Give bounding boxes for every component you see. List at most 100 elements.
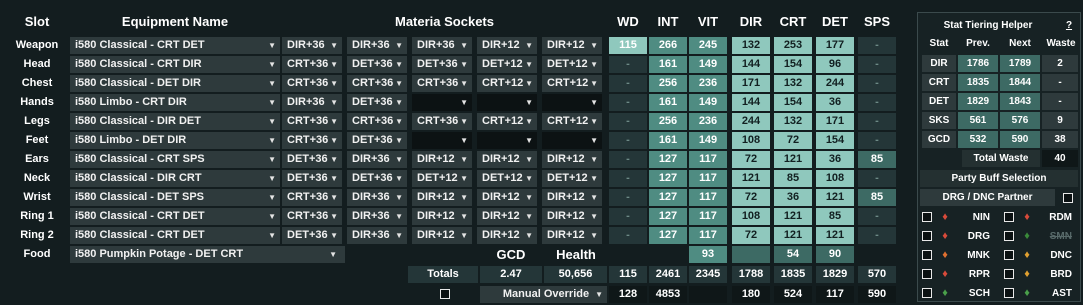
job-checkbox[interactable] — [922, 250, 932, 260]
partner-checkbox[interactable] — [1063, 193, 1073, 203]
materia-select[interactable]: DIR+12 ▼ — [477, 151, 537, 168]
materia-select[interactable]: CRT+36 ▼ — [412, 75, 472, 92]
materia-select[interactable]: ▼ — [477, 94, 537, 111]
materia-select[interactable]: DET+12 ▼ — [477, 56, 537, 73]
materia-select[interactable]: DET+36 ▼ — [347, 132, 407, 149]
job-checkbox[interactable] — [1004, 288, 1014, 298]
materia-select[interactable]: CRT+12 ▼ — [542, 113, 602, 130]
materia-select[interactable]: DIR+12 ▼ — [542, 151, 602, 168]
materia-value: CRT+36 — [352, 77, 394, 89]
materia-select[interactable]: DIR+36 ▼ — [347, 37, 407, 54]
equipment-select[interactable]: i580 Classical - DET DIR ▼ — [70, 75, 280, 92]
materia-select[interactable]: DET+12 ▼ — [542, 170, 602, 187]
materia-select[interactable]: DIR+12 ▼ — [542, 189, 602, 206]
materia-select[interactable]: CRT+12 ▼ — [542, 75, 602, 92]
materia-select[interactable]: DIR+12 ▼ — [542, 208, 602, 225]
materia-select[interactable]: CRT+36 ▼ — [282, 189, 342, 206]
materia-select[interactable]: CRT+12 ▼ — [477, 113, 537, 130]
equipment-select[interactable]: i580 Classical - CRT DET ▼ — [70, 37, 280, 54]
slot-label: Legs — [24, 115, 50, 127]
override-wd[interactable]: 128 — [609, 286, 647, 303]
override-sps[interactable]: 590 — [858, 286, 896, 303]
equipment-select[interactable]: i580 Classical - CRT DIR ▼ — [70, 56, 280, 73]
dancer-icon: ♦ — [1024, 249, 1030, 261]
materia-select[interactable]: CRT+36 ▼ — [347, 113, 407, 130]
override-select[interactable]: Manual Override ▼ — [480, 286, 607, 303]
materia-select[interactable]: CRT+36 ▼ — [282, 208, 342, 225]
materia-select[interactable]: DIR+12 ▼ — [412, 227, 472, 244]
materia-select[interactable]: DIR+36 ▼ — [347, 151, 407, 168]
job-checkbox[interactable] — [922, 231, 932, 241]
equipment-select[interactable]: i580 Classical - CRT DET ▼ — [70, 208, 280, 225]
override-vit[interactable] — [689, 286, 727, 303]
materia-select[interactable]: DET+12 ▼ — [412, 170, 472, 187]
materia-select[interactable]: DIR+12 ▼ — [542, 37, 602, 54]
food-select[interactable]: i580 Pumpkin Potage - DET CRT ▼ — [70, 246, 345, 263]
materia-select[interactable]: DIR+36 ▼ — [282, 37, 342, 54]
equipment-select[interactable]: i580 Limbo - DET DIR ▼ — [70, 132, 280, 149]
equipment-select[interactable]: i580 Classical - CRT DET ▼ — [70, 227, 280, 244]
materia-select[interactable]: DIR+12 ▼ — [477, 189, 537, 206]
materia-select[interactable]: DIR+36 ▼ — [347, 227, 407, 244]
materia-select[interactable]: ▼ — [412, 94, 472, 111]
job-checkbox[interactable] — [922, 269, 932, 279]
equipment-select[interactable]: i580 Limbo - CRT DIR ▼ — [70, 94, 280, 111]
stat-cell-dir: 108 — [732, 208, 770, 225]
materia-select[interactable]: DET+12 ▼ — [477, 170, 537, 187]
materia-select[interactable]: CRT+36 ▼ — [412, 113, 472, 130]
materia-select[interactable]: DET+36 ▼ — [412, 56, 472, 73]
materia-select[interactable]: DIR+12 ▼ — [412, 208, 472, 225]
equipment-select[interactable]: i580 Classical - DIR CRT ▼ — [70, 170, 280, 187]
job-checkbox[interactable] — [922, 288, 932, 298]
materia-select[interactable]: ▼ — [542, 94, 602, 111]
materia-select[interactable]: DIR+12 ▼ — [412, 189, 472, 206]
materia-select[interactable]: ▼ — [412, 132, 472, 149]
materia-select[interactable]: DIR+12 ▼ — [477, 37, 537, 54]
materia-select[interactable]: DIR+12 ▼ — [542, 227, 602, 244]
materia-select[interactable]: DET+36 ▼ — [347, 56, 407, 73]
override-checkbox[interactable] — [440, 289, 450, 299]
job-checkbox[interactable] — [922, 212, 932, 222]
materia-select[interactable]: ▼ — [477, 132, 537, 149]
materia-select[interactable]: DET+36 ▼ — [282, 151, 342, 168]
materia-select[interactable]: DIR+36 ▼ — [282, 94, 342, 111]
tiering-title: Stat Tiering Helper — [943, 20, 1033, 31]
job-checkbox[interactable] — [1004, 212, 1014, 222]
materia-select[interactable]: DET+36 ▼ — [282, 170, 342, 187]
override-dir[interactable]: 180 — [732, 286, 770, 303]
materia-select[interactable]: DIR+12 ▼ — [477, 227, 537, 244]
chevron-down-icon: ▼ — [525, 41, 533, 50]
override-crt[interactable]: 524 — [774, 286, 812, 303]
materia-select[interactable]: CRT+12 ▼ — [477, 75, 537, 92]
equipment-select[interactable]: i580 Classical - CRT SPS ▼ — [70, 151, 280, 168]
equipment-select[interactable]: i580 Classical - DET SPS ▼ — [70, 189, 280, 206]
materia-select[interactable]: CRT+36 ▼ — [282, 132, 342, 149]
health-label: Health — [556, 247, 596, 262]
materia-select[interactable]: CRT+36 ▼ — [347, 75, 407, 92]
materia-select[interactable]: CRT+36 ▼ — [282, 113, 342, 130]
override-det[interactable]: 117 — [816, 286, 854, 303]
materia-select[interactable]: DIR+36 ▼ — [412, 37, 472, 54]
materia-select[interactable]: DET+12 ▼ — [542, 56, 602, 73]
job-checkbox[interactable] — [1004, 269, 1014, 279]
job-checkbox[interactable] — [1004, 250, 1014, 260]
job-checkbox[interactable] — [1004, 231, 1014, 241]
materia-select[interactable]: DIR+36 ▼ — [347, 189, 407, 206]
materia-select[interactable]: DET+36 ▼ — [347, 94, 407, 111]
materia-select[interactable]: CRT+36 ▼ — [282, 75, 342, 92]
materia-value: DIR+12 — [417, 229, 455, 241]
crt-header: CRT — [779, 14, 807, 29]
override-int[interactable]: 4853 — [649, 286, 687, 303]
materia-select[interactable]: ▼ — [542, 132, 602, 149]
help-link[interactable]: ? — [1063, 17, 1075, 34]
materia-select[interactable]: DET+36 ▼ — [282, 227, 342, 244]
materia-value: CRT+36 — [417, 77, 459, 89]
materia-select[interactable]: CRT+36 ▼ — [282, 56, 342, 73]
materia-select[interactable]: DET+36 ▼ — [347, 170, 407, 187]
materia-select[interactable]: DIR+12 ▼ — [412, 151, 472, 168]
totals-label: Totals — [408, 266, 478, 283]
equipment-select[interactable]: i580 Classical - DIR DET ▼ — [70, 113, 280, 130]
materia-select[interactable]: DIR+12 ▼ — [477, 208, 537, 225]
materia-select[interactable]: DIR+36 ▼ — [347, 208, 407, 225]
partner-label: DRG / DNC Partner — [920, 189, 1055, 206]
